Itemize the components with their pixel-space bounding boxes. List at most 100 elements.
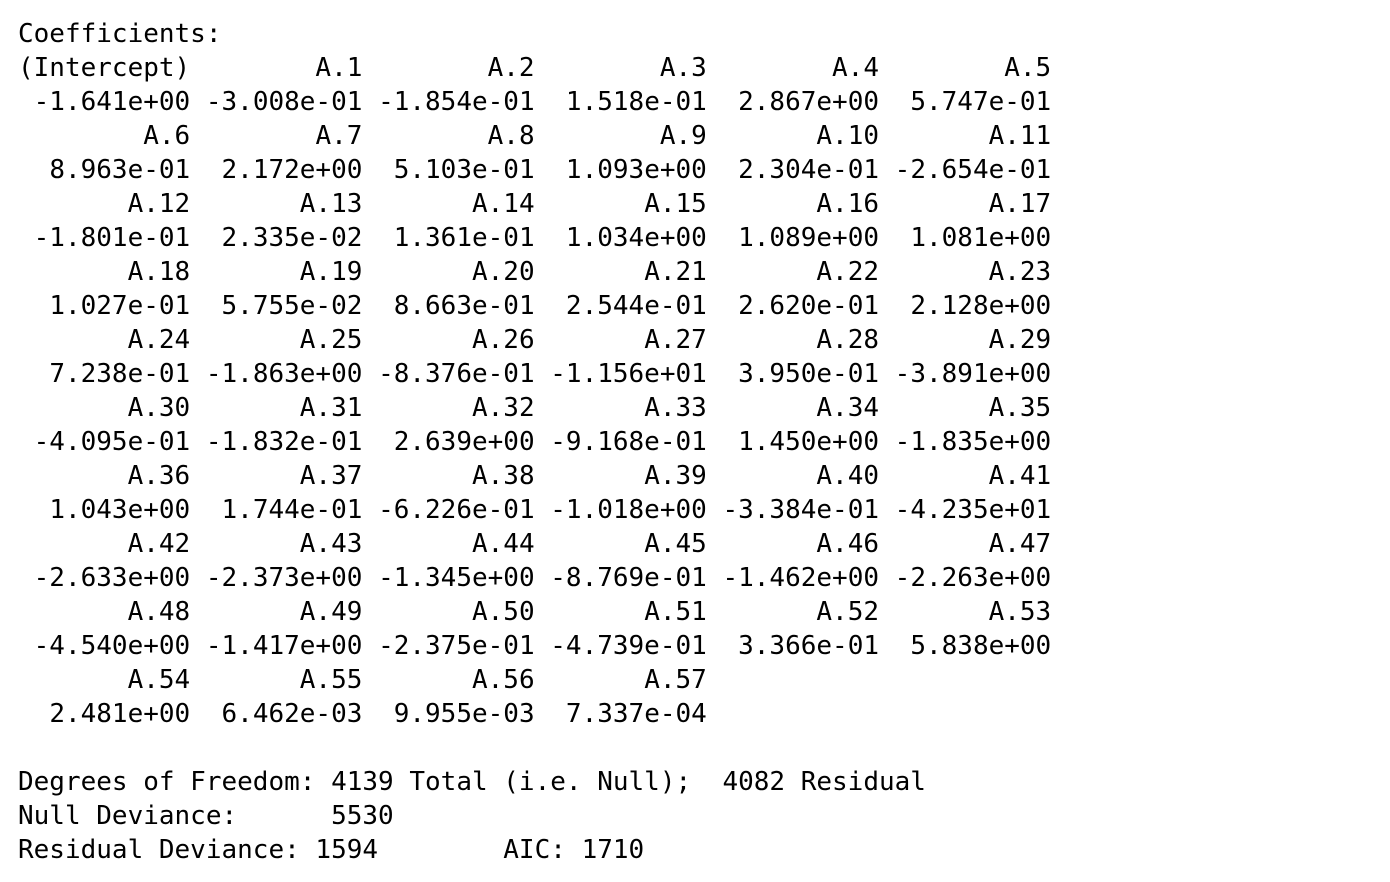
- coefficient-name: A.46: [816, 529, 880, 559]
- coefficient-name: A.48: [127, 597, 191, 627]
- coefficient-name: A.33: [644, 393, 707, 423]
- coefficient-value: 3.950e-01: [738, 359, 880, 389]
- coefficient-value: -1.832e-01: [205, 427, 363, 457]
- coefficient-value: 8.963e-01: [49, 155, 191, 185]
- coefficient-values-row: -1.641e+00 -3.008e-01 -1.854e-01 1.518e-…: [18, 85, 1052, 119]
- coefficient-name: A.42: [127, 529, 191, 559]
- coefficient-value: -3.891e+00: [894, 359, 1052, 389]
- null-deviance-line: Null Deviance: 5530: [18, 799, 1051, 833]
- coefficient-name: A.27: [644, 325, 707, 355]
- coefficient-value: -1.641e+00: [33, 87, 191, 117]
- coefficient-value: 7.238e-01: [49, 359, 191, 389]
- dof-total-label: Total (i.e. Null);: [409, 767, 692, 797]
- coefficient-value: 8.663e-01: [393, 291, 535, 321]
- coefficient-names-row: (Intercept) A.1 A.2 A.3 A.4 A.5: [18, 51, 1051, 85]
- coefficient-name: A.25: [299, 325, 363, 355]
- coefficient-value: -1.863e+00: [205, 359, 363, 389]
- coefficient-names-row: A.54 A.55 A.56 A.57: [18, 663, 1051, 697]
- coefficient-value: 9.955e-03: [393, 699, 535, 729]
- coefficient-names-row: A.24 A.25 A.26 A.27 A.28 A.29: [18, 323, 1052, 357]
- coefficient-name: A.14: [471, 189, 535, 219]
- residual-deviance-line: Residual Deviance: 1594 AIC: 1710: [18, 833, 1051, 867]
- dof-residual-label: Residual: [800, 767, 926, 797]
- coefficient-values-row: -4.540e+00 -1.417e+00 -2.375e-01 -4.739e…: [18, 629, 1052, 663]
- coefficient-name: A.16: [816, 189, 880, 219]
- coefficient-value: -3.384e-01: [722, 495, 880, 525]
- coefficient-values-row: -2.633e+00 -2.373e+00 -1.345e+00 -8.769e…: [18, 561, 1052, 595]
- coefficient-value: 7.337e-04: [565, 699, 707, 729]
- coefficient-value: 1.027e-01: [49, 291, 191, 321]
- coefficient-name: A.24: [127, 325, 191, 355]
- coefficient-value: 2.620e-01: [738, 291, 880, 321]
- coefficient-value: -2.654e-01: [894, 155, 1052, 185]
- coefficient-value: -1.801e-01: [33, 223, 191, 253]
- coefficient-name: A.21: [644, 257, 707, 287]
- coefficient-name: A.40: [816, 461, 880, 491]
- coefficient-name: A.37: [299, 461, 363, 491]
- coefficient-name: A.15: [644, 189, 707, 219]
- coefficient-name: A.19: [299, 257, 363, 287]
- coefficient-value: 2.639e+00: [393, 427, 535, 457]
- coefficient-value: 1.043e+00: [49, 495, 191, 525]
- coefficient-value: 5.747e-01: [910, 87, 1052, 117]
- coefficient-value: 3.366e-01: [738, 631, 880, 661]
- coefficient-names-row: A.48 A.49 A.50 A.51 A.52 A.53: [18, 595, 1052, 629]
- coefficient-value: 1.081e+00: [910, 223, 1052, 253]
- dof-residual-value: 4082: [722, 767, 786, 797]
- coefficient-name: A.55: [299, 665, 363, 695]
- coefficient-name: A.4: [832, 53, 879, 83]
- coefficient-name: A.6: [143, 121, 191, 151]
- coefficient-name: A.2: [487, 53, 535, 83]
- coefficient-value: -9.168e-01: [550, 427, 707, 457]
- coefficient-values-row: 8.963e-01 2.172e+00 5.103e-01 1.093e+00 …: [18, 153, 1051, 187]
- aic-label: AIC:: [503, 835, 566, 865]
- coefficient-value: 2.867e+00: [738, 87, 880, 117]
- coefficient-values-row: 1.027e-01 5.755e-02 8.663e-01 2.544e-01 …: [18, 289, 1051, 323]
- coefficient-name: A.38: [471, 461, 535, 491]
- coefficient-values-row: 2.481e+00 6.462e-03 9.955e-03 7.337e-04: [18, 697, 1051, 731]
- coefficient-name: A.34: [816, 393, 880, 423]
- coefficient-name: A.54: [127, 665, 191, 695]
- aic-value: 1710: [581, 835, 645, 865]
- null-deviance-value: 5530: [331, 801, 394, 831]
- coefficient-value: -1.345e+00: [378, 563, 535, 593]
- coefficient-value: -1.835e+00: [894, 427, 1052, 457]
- coefficients-table: (Intercept) A.1 A.2 A.3 A.4 A.5 -1.641e+…: [18, 51, 1051, 731]
- coefficient-name: A.35: [988, 393, 1052, 423]
- coefficient-value: -1.018e+00: [550, 495, 707, 525]
- coefficient-value: -2.375e-01: [378, 631, 535, 661]
- coefficient-name: A.45: [644, 529, 707, 559]
- coefficient-names-row: A.6 A.7 A.8 A.9 A.10 A.11: [18, 119, 1051, 153]
- coefficient-names-row: A.42 A.43 A.44 A.45 A.46 A.47: [18, 527, 1052, 561]
- coefficient-name: (Intercept): [18, 53, 191, 83]
- coefficient-value: 1.093e+00: [565, 155, 707, 185]
- coefficient-name: A.44: [471, 529, 535, 559]
- coefficient-name: A.36: [127, 461, 191, 491]
- coefficient-values-row: -4.095e-01 -1.832e-01 2.639e+00 -9.168e-…: [18, 425, 1052, 459]
- coefficient-value: 1.518e-01: [565, 87, 707, 117]
- coefficient-value: 2.544e-01: [565, 291, 707, 321]
- coefficient-value: 2.481e+00: [49, 699, 191, 729]
- coefficient-name: A.3: [659, 53, 707, 83]
- coefficient-value: 2.304e-01: [738, 155, 880, 185]
- coefficient-value: -8.769e-01: [550, 563, 707, 593]
- coefficient-names-row: A.36 A.37 A.38 A.39 A.40 A.41: [18, 459, 1052, 493]
- coefficient-names-row: A.18 A.19 A.20 A.21 A.22 A.23: [18, 255, 1052, 289]
- coefficient-values-row: 7.238e-01 -1.863e+00 -8.376e-01 -1.156e+…: [18, 357, 1051, 391]
- coefficient-value: 1.089e+00: [738, 223, 880, 253]
- coefficient-name: A.20: [471, 257, 535, 287]
- coefficient-name: A.1: [315, 53, 363, 83]
- coefficient-name: A.41: [988, 461, 1052, 491]
- coefficient-name: A.50: [471, 597, 535, 627]
- coefficient-values-row: -1.801e-01 2.335e-02 1.361e-01 1.034e+00…: [18, 221, 1052, 255]
- coefficient-name: A.22: [816, 257, 880, 287]
- coefficient-name: A.31: [299, 393, 363, 423]
- coefficient-name: A.43: [299, 529, 363, 559]
- coefficient-name: A.18: [127, 257, 191, 287]
- coefficient-name: A.52: [816, 597, 880, 627]
- coefficient-name: A.7: [315, 121, 363, 151]
- dof-total-value: 4139: [331, 767, 394, 797]
- coefficient-value: -1.854e-01: [378, 87, 535, 117]
- coefficient-value: -4.739e-01: [550, 631, 707, 661]
- coefficient-values-row: 1.043e+00 1.744e-01 -6.226e-01 -1.018e+0…: [18, 493, 1051, 527]
